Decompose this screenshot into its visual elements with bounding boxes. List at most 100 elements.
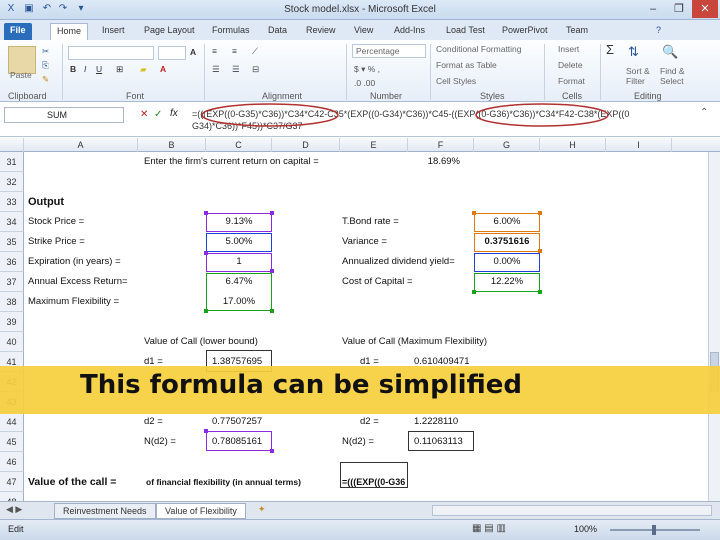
row-header-39[interactable]: 39 bbox=[0, 312, 24, 332]
cell-styles-button[interactable]: Cell Styles bbox=[436, 76, 476, 86]
cell-e34[interactable]: T.Bond rate = bbox=[342, 212, 399, 232]
cell-b47-note[interactable]: of financial flexibility (in annual term… bbox=[146, 472, 301, 492]
expand-formula-icon[interactable]: ⌃ bbox=[700, 107, 708, 118]
row-header-46[interactable]: 46 bbox=[0, 452, 24, 472]
cell-e44[interactable]: d2 = bbox=[360, 412, 379, 432]
row-header-44[interactable]: 44 bbox=[0, 412, 24, 432]
sort-filter-icon[interactable]: ⇅ bbox=[628, 44, 639, 60]
tab-load-test[interactable]: Load Test bbox=[440, 23, 491, 40]
row-header-45[interactable]: 45 bbox=[0, 432, 24, 452]
format-painter-icon[interactable]: ✎ bbox=[42, 74, 49, 85]
cell-b44[interactable]: d2 = bbox=[144, 412, 163, 432]
column-header-g[interactable]: G bbox=[474, 138, 540, 152]
decimal-icon[interactable]: .0 .00 bbox=[354, 78, 375, 88]
tab-data[interactable]: Data bbox=[262, 23, 293, 40]
row-header-47[interactable]: 47 bbox=[0, 472, 24, 492]
column-header-i[interactable]: I bbox=[606, 138, 672, 152]
tab-formulas[interactable]: Formulas bbox=[206, 23, 256, 40]
row-header-33[interactable]: 33 bbox=[0, 192, 24, 212]
restore-icon[interactable]: ❐ bbox=[666, 0, 692, 18]
cell-f44[interactable]: 1.2228110 bbox=[414, 412, 458, 432]
align-left-icon[interactable]: ☰ bbox=[212, 64, 220, 75]
tab-insert[interactable]: Insert bbox=[96, 23, 131, 40]
cell-b40[interactable]: Value of Call (lower bound) bbox=[144, 332, 258, 352]
cell-a38[interactable]: Maximum Flexibility = bbox=[28, 292, 119, 312]
fill-color-icon[interactable]: ▰ bbox=[140, 64, 147, 75]
tab-file[interactable]: File bbox=[4, 23, 32, 40]
cell-b31[interactable]: Enter the firm's current return on capit… bbox=[144, 152, 319, 172]
format-cells-button[interactable]: Format bbox=[558, 76, 585, 86]
vertical-scrollbar[interactable] bbox=[708, 152, 720, 501]
tab-view[interactable]: View bbox=[348, 23, 379, 40]
minimize-icon[interactable]: – bbox=[640, 0, 666, 18]
underline-icon[interactable]: U bbox=[96, 64, 102, 74]
italic-icon[interactable]: I bbox=[84, 64, 86, 74]
cell-a47[interactable]: Value of the call = bbox=[28, 472, 116, 492]
tab-home[interactable]: Home bbox=[50, 23, 89, 40]
cell-e37[interactable]: Cost of Capital = bbox=[342, 272, 413, 292]
cell-e45[interactable]: N(d2) = bbox=[342, 432, 374, 452]
align-middle-icon[interactable]: ≡ bbox=[232, 46, 237, 56]
help-icon[interactable]: ? bbox=[650, 23, 667, 40]
font-size-select[interactable] bbox=[158, 46, 186, 60]
column-header-c[interactable]: C bbox=[206, 138, 272, 152]
column-header-d[interactable]: D bbox=[272, 138, 340, 152]
row-header-37[interactable]: 37 bbox=[0, 272, 24, 292]
cell-b45[interactable]: N(d2) = bbox=[144, 432, 176, 452]
tab-team[interactable]: Team bbox=[560, 23, 594, 40]
merge-center-icon[interactable]: ⊟ bbox=[252, 64, 259, 75]
tab-powerpivot[interactable]: PowerPivot bbox=[496, 23, 554, 40]
row-header-35[interactable]: 35 bbox=[0, 232, 24, 252]
cell-a33[interactable]: Output bbox=[28, 192, 64, 212]
cell-e36[interactable]: Annualized dividend yield= bbox=[342, 252, 455, 272]
currency-icon[interactable]: $ ▾ % , bbox=[354, 64, 380, 75]
row-header-34[interactable]: 34 bbox=[0, 212, 24, 232]
sheet-tab-reinvestment[interactable]: Reinvestment Needs bbox=[54, 503, 156, 519]
cell-a36[interactable]: Expiration (in years) = bbox=[28, 252, 121, 272]
copy-icon[interactable]: ⎘ bbox=[42, 60, 49, 71]
row-header-38[interactable]: 38 bbox=[0, 292, 24, 312]
select-all-corner[interactable] bbox=[0, 138, 24, 152]
zoom-level[interactable]: 100% bbox=[574, 524, 597, 534]
borders-icon[interactable]: ⊞ bbox=[116, 64, 123, 75]
find-select-icon[interactable]: 🔍 bbox=[662, 44, 678, 60]
column-header-e[interactable]: E bbox=[340, 138, 408, 152]
normal-view-icon[interactable]: ▦ ▤ ▥ bbox=[472, 523, 506, 534]
delete-cells-button[interactable]: Delete bbox=[558, 60, 583, 70]
cell-f31[interactable]: 18.69% bbox=[408, 152, 460, 172]
zoom-slider-thumb[interactable] bbox=[652, 525, 656, 535]
autosum-icon[interactable]: Σ bbox=[606, 42, 614, 57]
horizontal-scrollbar[interactable] bbox=[432, 505, 712, 516]
align-center-icon[interactable]: ☰ bbox=[232, 64, 240, 75]
tab-add-ins[interactable]: Add-Ins bbox=[388, 23, 431, 40]
close-icon[interactable]: ✕ bbox=[692, 0, 718, 18]
tab-review[interactable]: Review bbox=[300, 23, 342, 40]
conditional-formatting-button[interactable]: Conditional Formatting bbox=[436, 44, 522, 54]
worksheet-grid[interactable]: 31 32 33 34 35 36 37 38 39 40 41 42 43 4… bbox=[0, 152, 708, 520]
cut-icon[interactable]: ✂ bbox=[42, 46, 49, 57]
paste-button[interactable]: Paste bbox=[10, 70, 32, 80]
cell-c44[interactable]: 0.77507257 bbox=[212, 412, 262, 432]
column-header-a[interactable]: A bbox=[24, 138, 138, 152]
number-format-select[interactable]: Percentage bbox=[352, 44, 426, 58]
grow-font-icon[interactable]: A bbox=[190, 47, 196, 57]
insert-cells-button[interactable]: Insert bbox=[558, 44, 579, 54]
cell-e35[interactable]: Variance = bbox=[342, 232, 387, 252]
column-header-b[interactable]: B bbox=[138, 138, 206, 152]
bold-icon[interactable]: B bbox=[70, 64, 76, 74]
insert-sheet-icon[interactable]: ✦ bbox=[258, 504, 266, 515]
cell-a37[interactable]: Annual Excess Return= bbox=[28, 272, 128, 292]
font-color-icon[interactable]: A bbox=[160, 64, 166, 74]
cell-a34[interactable]: Stock Price = bbox=[28, 212, 84, 232]
font-name-select[interactable] bbox=[68, 46, 154, 60]
format-as-table-button[interactable]: Format as Table bbox=[436, 60, 497, 70]
tab-page-layout[interactable]: Page Layout bbox=[138, 23, 201, 40]
column-header-f[interactable]: F bbox=[408, 138, 474, 152]
cell-a35[interactable]: Strike Price = bbox=[28, 232, 85, 252]
align-top-icon[interactable]: ≡ bbox=[212, 46, 217, 56]
row-header-32[interactable]: 32 bbox=[0, 172, 24, 192]
column-header-h[interactable]: H bbox=[540, 138, 606, 152]
row-header-40[interactable]: 40 bbox=[0, 332, 24, 352]
row-header-31[interactable]: 31 bbox=[0, 152, 24, 172]
sheet-nav-icon[interactable]: ◀ ▶ bbox=[6, 504, 22, 515]
